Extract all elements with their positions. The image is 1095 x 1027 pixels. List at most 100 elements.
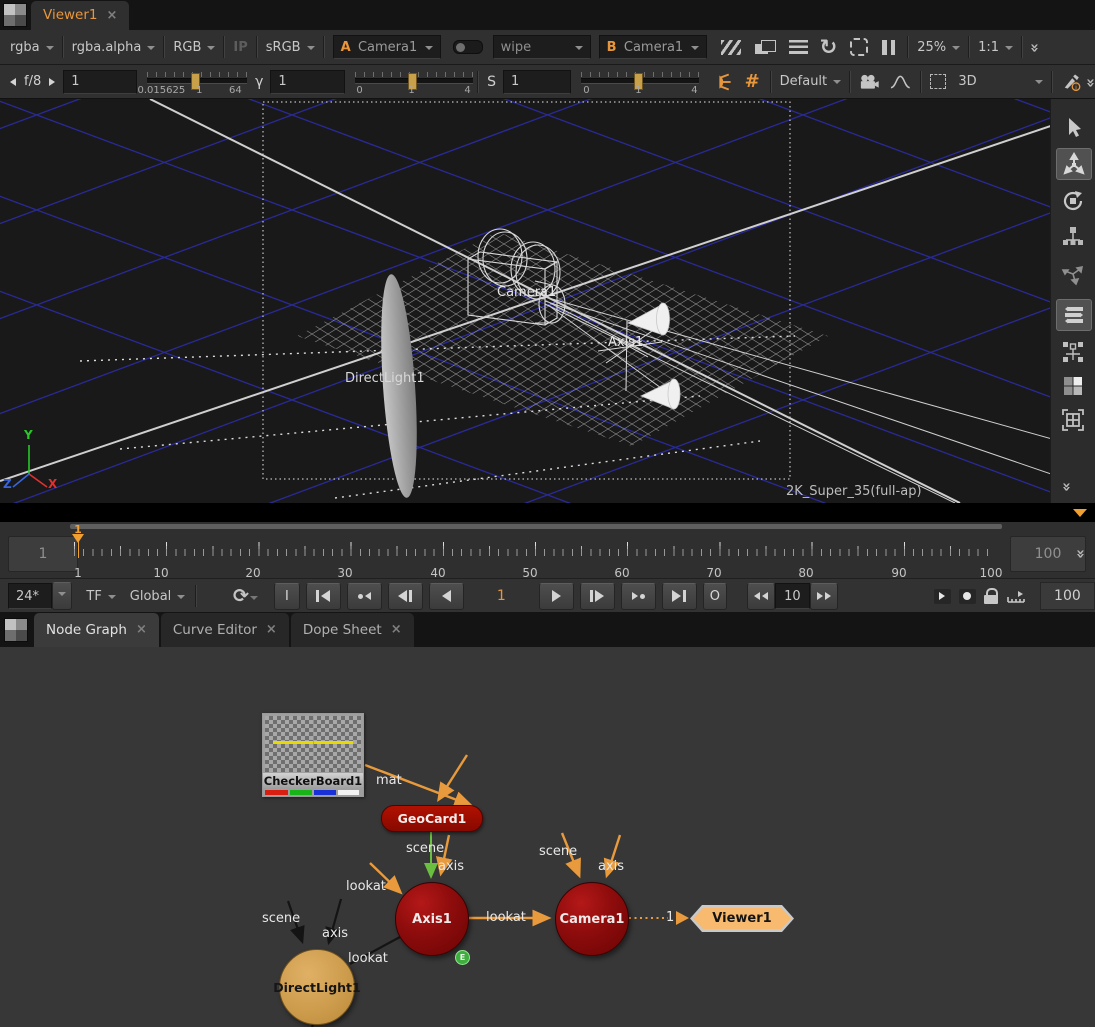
node-geocard1[interactable]: GeoCard1	[381, 805, 483, 832]
green-channel	[290, 790, 312, 795]
curve-icon[interactable]	[890, 74, 911, 90]
gain-input[interactable]: 1	[63, 70, 137, 94]
proxy-icon[interactable]	[755, 40, 775, 55]
gamma-slider[interactable]: 0 1 4	[355, 72, 466, 92]
goto-end-button[interactable]	[662, 583, 697, 610]
step-forward-button[interactable]	[580, 583, 615, 610]
view-mode-dropdown[interactable]: 3D	[958, 74, 1042, 89]
gamma-input[interactable]: 1	[270, 70, 344, 94]
scanlines-icon[interactable]	[789, 40, 808, 54]
roi-icon[interactable]	[850, 38, 868, 56]
tab-viewer1[interactable]: Viewer1 ×	[31, 1, 129, 30]
scale-tool-button[interactable]	[1056, 221, 1090, 251]
skew-tool-button[interactable]	[1056, 259, 1090, 289]
decrement-button[interactable]	[747, 583, 775, 610]
close-icon[interactable]: ×	[391, 622, 402, 637]
expand-triangle-icon[interactable]	[1073, 509, 1087, 517]
node-camera1[interactable]: Camera1	[555, 882, 629, 956]
svg-text:i: i	[1075, 83, 1077, 91]
increment-field[interactable]: 10	[775, 583, 810, 609]
tab-node-graph[interactable]: Node Graph ×	[34, 613, 159, 647]
channel-strip	[265, 790, 361, 795]
set-out-button[interactable]: O	[703, 583, 727, 610]
collapse-timeline-icon[interactable]: »	[1072, 549, 1090, 557]
frame-handles-button[interactable]	[1056, 337, 1090, 367]
alpha-dropdown[interactable]: rgba.alpha	[72, 40, 156, 55]
display-dropdown[interactable]: RGB	[173, 40, 215, 55]
collapse-toolbar-icon[interactable]: »	[1082, 78, 1095, 86]
node-checkerboard1[interactable]: CheckerBoard1	[262, 713, 364, 797]
close-icon[interactable]: ×	[266, 622, 277, 637]
record-button[interactable]	[959, 589, 976, 604]
select-tool-button[interactable]	[1056, 113, 1090, 143]
gamma-value: 1	[278, 74, 286, 89]
lut-dropdown[interactable]: sRGB	[266, 40, 315, 55]
prev-keyframe-button[interactable]	[347, 583, 382, 610]
out-mark-label: O	[710, 589, 720, 604]
collapse-side-toolbar-icon[interactable]: »	[1058, 482, 1076, 490]
fstop-next-icon[interactable]	[49, 78, 55, 86]
timeline-in-field[interactable]: 1	[8, 536, 78, 572]
wipe-toggle[interactable]	[453, 40, 483, 54]
default-lut-dropdown[interactable]: Default	[780, 74, 842, 89]
set-in-button[interactable]: I	[274, 583, 300, 610]
tab-curve-editor[interactable]: Curve Editor ×	[161, 613, 289, 647]
step-back-button[interactable]	[388, 583, 423, 610]
end-frame-field[interactable]: 100	[1040, 582, 1095, 610]
key-dot	[640, 594, 645, 599]
close-icon[interactable]: ×	[136, 622, 147, 637]
zoom-dropdown[interactable]: 25%	[917, 40, 960, 55]
marquee-icon[interactable]	[930, 74, 946, 89]
fstop-prev-icon[interactable]	[10, 78, 16, 86]
fit-frame-button[interactable]	[1056, 405, 1090, 435]
play-button[interactable]	[539, 583, 574, 610]
translate-tool-button[interactable]	[1056, 148, 1092, 180]
lock-range-button[interactable]	[984, 588, 998, 604]
eyedropper-icon[interactable]: i	[1061, 72, 1082, 92]
timeline-pan-bar[interactable]	[70, 524, 1002, 529]
fps-field[interactable]: 24*	[8, 583, 52, 609]
gain-value: 1	[71, 74, 79, 89]
viewport-3d[interactable]: Camera1 DirectLight1 Axis1 2K_Super_35(f…	[0, 99, 1095, 503]
wireframe-grid-icon[interactable]: #	[745, 71, 760, 92]
saturation-slider[interactable]: 0 1 4	[581, 72, 692, 92]
node-graph-canvas[interactable]: CheckerBoard1 GeoCard1 Axis1 Camera1 Dir…	[0, 647, 1095, 1027]
timeline-ruler[interactable]: 1 1 10 20 30 40 50 60 70 80 90 100	[70, 530, 1002, 578]
wipe-dropdown[interactable]: wipe	[493, 35, 591, 59]
checker-underlay-icon[interactable]	[721, 40, 741, 55]
layout-bars-button[interactable]	[1056, 299, 1092, 331]
right-triangle-icon	[632, 592, 638, 600]
loop-mode-button[interactable]: ⟳	[233, 588, 258, 604]
input-a-dropdown[interactable]: A Camera1	[333, 35, 441, 59]
range-dropdown[interactable]: Global	[130, 589, 185, 604]
collapse-toolbar-icon[interactable]: »	[1026, 43, 1044, 51]
pane-menu-icon[interactable]	[4, 618, 28, 642]
fps-dropdown-button[interactable]	[52, 582, 72, 610]
input-b-dropdown[interactable]: B Camera1	[599, 35, 707, 59]
pause-button[interactable]	[882, 40, 895, 55]
pane-menu-icon[interactable]	[3, 3, 27, 27]
camera-icon[interactable]	[859, 74, 880, 90]
close-icon[interactable]: ×	[106, 8, 117, 23]
saturation-input[interactable]: 1	[503, 70, 572, 94]
next-keyframe-button[interactable]	[621, 583, 656, 610]
play-backward-button[interactable]	[429, 583, 464, 610]
increment-button[interactable]	[810, 583, 838, 610]
channels-dropdown[interactable]: rgba	[10, 40, 54, 55]
gain-slider[interactable]: 0.015625 1 64	[147, 72, 241, 92]
ip-toggle[interactable]: IP	[233, 40, 247, 55]
ratio-dropdown[interactable]: 1:1	[978, 40, 1013, 55]
rotate-tool-button[interactable]	[1056, 186, 1090, 216]
frame-range-icon[interactable]	[1006, 588, 1026, 604]
goto-start-button[interactable]	[306, 583, 341, 610]
node-viewer1[interactable]: Viewer1	[690, 905, 794, 932]
refresh-icon[interactable]: ↻	[820, 40, 838, 54]
lighting-icon[interactable]	[710, 73, 733, 91]
flipbook-button[interactable]	[934, 589, 951, 604]
quad-view-button[interactable]	[1056, 371, 1090, 401]
node-directlight1[interactable]: DirectLight1	[279, 949, 355, 1025]
tab-dope-sheet[interactable]: Dope Sheet ×	[291, 613, 414, 647]
current-frame-display[interactable]: 1	[488, 588, 515, 604]
node-axis1[interactable]: Axis1	[395, 882, 469, 956]
tf-dropdown[interactable]: TF	[86, 589, 115, 604]
